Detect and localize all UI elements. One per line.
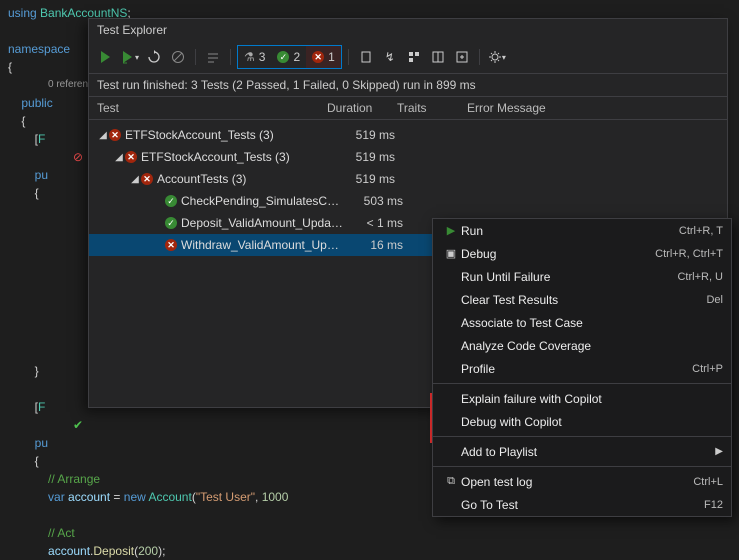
diagnostics-button[interactable]: ↯ [379,46,401,68]
fail-icon: ✕ [312,51,324,63]
test-duration: 519 ms [337,172,407,186]
ctx-log[interactable]: ⧉Open test logCtrl+L [433,470,731,493]
context-menu: ▶RunCtrl+R, T ▣DebugCtrl+R, Ctrl+T Run U… [432,218,732,517]
test-row[interactable]: ◢✕ ETFStockAccount_Tests (3)519 ms [89,124,727,146]
fail-icon: ✕ [141,173,153,185]
test-label: ETFStockAccount_Tests (3) [141,150,337,164]
test-duration: 519 ms [337,150,407,164]
flask-icon: ⚗ [244,50,255,64]
pass-icon: ✓ [165,217,177,229]
pass-icon: ✓ [165,195,177,207]
ctx-explain-copilot[interactable]: Explain failure with Copilot [433,387,731,410]
expander-icon[interactable]: ◢ [97,130,109,141]
group-button[interactable] [403,46,425,68]
fail-icon: ✕ [125,151,137,163]
expander-icon[interactable]: ◢ [113,152,125,163]
expander-icon[interactable]: ◢ [129,174,141,185]
toolbar: ▾ ⚗3 ✓2 ✕1 ↯ ▾ [89,41,727,74]
ctx-associate[interactable]: Associate to Test Case [433,311,731,334]
fail-icon: ✕ [109,129,121,141]
log-icon: ⧉ [441,475,461,488]
playlist-button[interactable] [202,46,224,68]
pass-icon: ✓ [277,51,289,63]
filter-button[interactable] [355,46,377,68]
test-row[interactable]: ◢✕ AccountTests (3)519 ms [89,168,727,190]
submenu-arrow-icon: ▶ [715,446,723,457]
col-error[interactable]: Error Message [467,101,719,115]
ctx-playlist[interactable]: Add to Playlist▶ [433,440,731,463]
test-label: CheckPending_SimulatesCalcul... [181,194,345,208]
test-label: ETFStockAccount_Tests (3) [125,128,337,142]
fail-icon: ✕ [165,239,177,251]
ctx-goto[interactable]: Go To TestF12 [433,493,731,516]
test-counters[interactable]: ⚗3 ✓2 ✕1 [237,45,342,69]
ctx-run[interactable]: ▶RunCtrl+R, T [433,219,731,242]
col-traits[interactable]: Traits [397,101,467,115]
ctx-run-until[interactable]: Run Until FailureCtrl+R, U [433,265,731,288]
test-duration: 519 ms [337,128,407,142]
settings-button[interactable]: ▾ [486,46,508,68]
stop-button[interactable] [167,46,189,68]
columns-button[interactable] [427,46,449,68]
test-label: Deposit_ValidAmount_Updates... [181,216,345,230]
status-line: Test run finished: 3 Tests (2 Passed, 1 … [89,74,727,97]
run-button[interactable]: ▾ [119,46,141,68]
test-label: AccountTests (3) [157,172,337,186]
panel-title: Test Explorer [89,19,727,41]
ctx-profile[interactable]: ProfileCtrl+P [433,357,731,380]
col-duration[interactable]: Duration [327,101,397,115]
test-row[interactable]: ✓ CheckPending_SimulatesCalcul...503 ms [89,190,727,212]
debug-icon: ▣ [441,247,461,260]
play-icon: ▶ [441,224,461,237]
test-duration: 16 ms [345,238,415,252]
repeat-button[interactable] [143,46,165,68]
test-label: Withdraw_ValidAmount_Update... [181,238,345,252]
expand-button[interactable] [451,46,473,68]
test-duration: < 1 ms [345,216,415,230]
ctx-debug[interactable]: ▣DebugCtrl+R, Ctrl+T [433,242,731,265]
ctx-clear[interactable]: Clear Test ResultsDel [433,288,731,311]
column-headers: Test Duration Traits Error Message [89,97,727,120]
ctx-coverage[interactable]: Analyze Code Coverage [433,334,731,357]
test-duration: 503 ms [345,194,415,208]
ctx-debug-copilot[interactable]: Debug with Copilot [433,410,731,433]
test-row[interactable]: ◢✕ ETFStockAccount_Tests (3)519 ms [89,146,727,168]
col-test[interactable]: Test [97,101,327,115]
run-all-button[interactable] [95,46,117,68]
